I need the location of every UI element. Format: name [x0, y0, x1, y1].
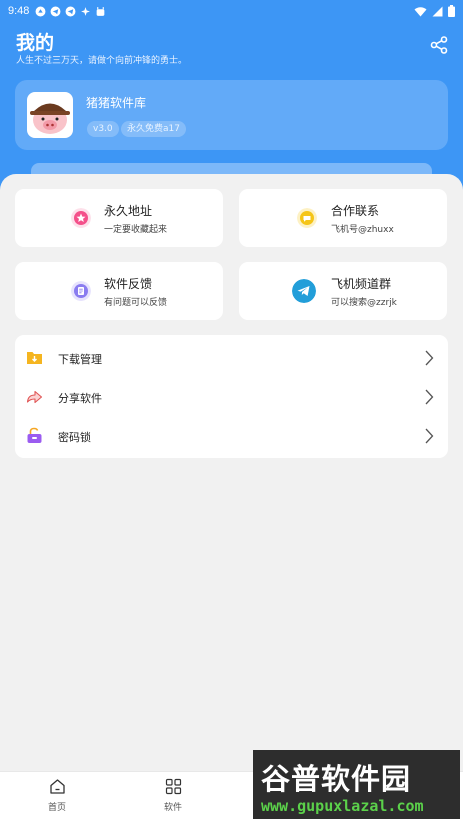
tab-label: 软件: [163, 803, 182, 813]
tile-title: 飞机频道群: [331, 277, 392, 291]
battery-icon: [448, 5, 455, 17]
tile-title: 软件反馈: [104, 277, 153, 291]
chevron-right-icon: [425, 350, 434, 366]
tile-permanent-address[interactable]: 永久地址 一定要收藏起来: [15, 189, 223, 247]
tile-description: 可以搜索@zzrjk: [331, 298, 397, 308]
share-arrow-icon: [26, 390, 43, 404]
wifi-icon: [414, 6, 427, 16]
notification-icon: [35, 6, 46, 16]
page-subtitle: 人生不过三万天，请做个向前冲锋的勇士。: [16, 56, 188, 66]
tab-home[interactable]: 首页: [27, 778, 87, 822]
status-time: 9:48: [8, 5, 30, 17]
menu-item-label: 下载管理: [58, 353, 102, 366]
lock-icon: [27, 427, 42, 443]
app-name: 猪猪软件库: [86, 96, 147, 110]
sparkle-status-icon: [81, 6, 91, 16]
download-folder-icon: [27, 352, 42, 364]
telegram-status-icon-2: [65, 6, 76, 16]
menu-item-download-management[interactable]: 下载管理: [15, 338, 448, 377]
free-badge: 永久免费a17: [121, 121, 186, 137]
chevron-right-icon: [425, 389, 434, 405]
share-icon[interactable]: [429, 35, 449, 55]
tile-software-feedback[interactable]: 软件反馈 有问题可以反馈: [15, 262, 223, 320]
tab-label: 首页: [47, 803, 66, 813]
menu-item-label: 密码锁: [58, 431, 91, 444]
tile-title: 永久地址: [104, 204, 153, 218]
tile-cooperation-contact[interactable]: 合作联系 飞机号@zhuxx: [239, 189, 447, 247]
settings-menu: 下载管理 分享软件 密码锁: [15, 335, 448, 458]
menu-item-label: 分享软件: [58, 392, 102, 405]
signal-icon: [432, 6, 443, 16]
tab-software[interactable]: 软件: [143, 778, 203, 822]
star-icon: [71, 208, 91, 228]
tile-title: 合作联系: [331, 204, 380, 218]
app-avatar: [27, 92, 73, 138]
menu-item-password-lock[interactable]: 密码锁: [15, 416, 448, 455]
tile-telegram-channel[interactable]: 飞机频道群 可以搜索@zzrjk: [239, 262, 447, 320]
chevron-right-icon: [425, 428, 434, 444]
page-title: 我的: [16, 32, 55, 54]
watermark-title: 谷普软件园: [261, 762, 412, 796]
document-icon: [71, 281, 91, 301]
profile-card[interactable]: 猪猪软件库 v3.0 永久免费a17: [15, 80, 448, 150]
tile-description: 有问题可以反馈: [104, 298, 168, 308]
menu-item-share-software[interactable]: 分享软件: [15, 377, 448, 416]
telegram-icon: [292, 279, 316, 303]
watermark-url: www.gupuxlazal.com: [261, 797, 424, 815]
version-badge: v3.0: [87, 121, 119, 137]
telegram-status-icon: [50, 6, 61, 16]
chat-icon: [297, 208, 317, 228]
watermark-logo: 谷普软件园 www.gupuxlazal.com: [253, 750, 460, 819]
android-status-icon: [97, 6, 105, 16]
pig-logo-icon: [30, 103, 70, 134]
home-icon: [49, 779, 65, 794]
status-bar: 9:48: [0, 0, 463, 22]
tile-description: 飞机号@zhuxx: [331, 225, 394, 235]
apps-grid-icon: [165, 778, 181, 795]
tile-description: 一定要收藏起来: [104, 225, 168, 235]
